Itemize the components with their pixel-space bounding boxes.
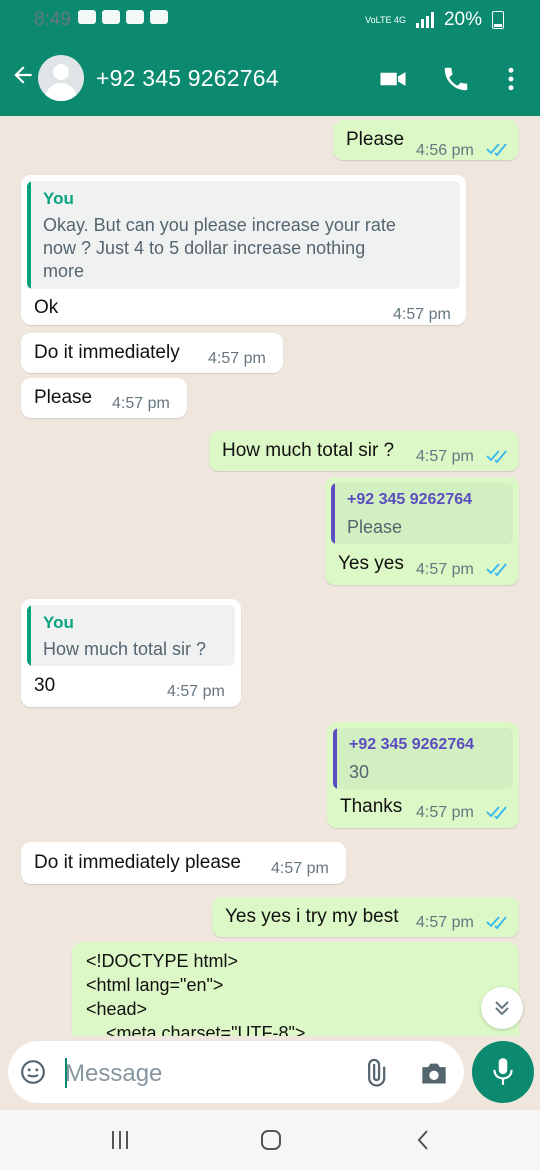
message-text: Yes yes xyxy=(338,553,404,574)
quoted-message[interactable]: +92 345 9262764 Please xyxy=(331,483,513,544)
quote-text: How much total sir ? xyxy=(43,639,207,659)
video-notification-icon xyxy=(78,10,96,24)
quoted-message[interactable]: +92 345 9262764 30 xyxy=(333,728,513,789)
read-ticks-icon xyxy=(486,806,507,819)
video-notification-icon xyxy=(126,10,144,24)
message-bubble[interactable]: Yes yes i try my best 4:57 pm xyxy=(212,897,519,937)
message-bubble[interactable]: You How much total sir ? 30 4:57 pm xyxy=(21,599,241,707)
mic-icon xyxy=(493,1058,513,1085)
read-ticks-icon xyxy=(486,916,507,929)
phone-icon[interactable] xyxy=(441,64,471,94)
message-bubble[interactable]: Do it immediately please 4:57 pm xyxy=(21,842,346,884)
message-text: Do it immediately please xyxy=(34,852,241,873)
quote-text: Okay. But can you please increase your r… xyxy=(43,215,396,235)
back-nav-icon[interactable] xyxy=(412,1128,436,1152)
attach-icon[interactable] xyxy=(360,1058,390,1088)
message-time: 4:57 pm xyxy=(416,448,474,465)
message-text: Thanks xyxy=(340,796,403,817)
app-notification-icon xyxy=(150,10,168,24)
message-text: 30 xyxy=(34,675,56,696)
notification-icons xyxy=(78,10,168,24)
message-time: 4:57 pm xyxy=(271,860,329,877)
network-indicator: VoLTE 4G xyxy=(365,14,406,25)
message-time: 4:57 pm xyxy=(208,350,266,367)
message-time: 4:57 pm xyxy=(416,914,474,931)
message-bubble[interactable]: +92 345 9262764 30 Thanks 4:57 pm xyxy=(327,722,519,828)
quoted-message[interactable]: You Okay. But can you please increase yo… xyxy=(27,181,460,289)
recent-apps-icon[interactable] xyxy=(108,1128,132,1152)
read-ticks-icon xyxy=(486,563,507,576)
code-line: <meta charset="UTF-8"> xyxy=(86,1023,306,1036)
message-text: Please xyxy=(34,387,93,408)
code-line: <html lang="en"> xyxy=(86,975,224,995)
message-input-box[interactable]: Message xyxy=(8,1041,464,1103)
back-arrow-icon[interactable] xyxy=(10,62,36,88)
message-bubble[interactable]: Please 4:57 pm xyxy=(21,378,187,418)
message-composer: Message xyxy=(0,1036,540,1110)
signal-icon xyxy=(415,12,434,28)
read-ticks-icon xyxy=(486,450,507,463)
message-time: 4:57 pm xyxy=(393,306,451,323)
message-text: Do it immediately xyxy=(34,342,180,363)
message-text: How much total sir ? xyxy=(222,440,395,461)
message-bubble[interactable]: Do it immediately 4:57 pm xyxy=(21,333,283,373)
battery-percent: 20% xyxy=(443,9,482,30)
video-call-icon[interactable] xyxy=(378,64,408,94)
quote-text: more xyxy=(43,261,85,281)
scroll-down-icon xyxy=(495,1001,509,1016)
status-time: 8:49 xyxy=(34,9,71,30)
message-time: 4:57 pm xyxy=(167,683,225,700)
camera-icon[interactable] xyxy=(420,1060,448,1086)
message-time: 4:57 pm xyxy=(112,395,170,412)
scroll-down-button[interactable] xyxy=(481,987,523,1029)
battery-icon xyxy=(492,11,504,29)
mic-button[interactable] xyxy=(472,1041,534,1103)
message-bubble[interactable]: +92 345 9262764 Please Yes yes 4:57 pm xyxy=(325,477,519,585)
read-ticks-icon xyxy=(486,143,507,156)
quoted-message[interactable]: You How much total sir ? xyxy=(27,605,235,666)
chat-header: +92 345 9262764 xyxy=(0,40,540,116)
code-line: <head> xyxy=(86,999,148,1019)
message-input[interactable]: Message xyxy=(65,1060,162,1088)
quote-author: +92 345 9262764 xyxy=(347,491,473,508)
message-time: 4:57 pm xyxy=(416,804,474,821)
message-text: Please xyxy=(346,129,405,150)
system-nav-bar xyxy=(0,1110,540,1170)
code-message-bubble[interactable]: <!DOCTYPE html> <html lang="en"> <head> … xyxy=(72,942,519,1036)
emoji-icon[interactable] xyxy=(20,1059,46,1085)
quote-author: You xyxy=(43,613,74,632)
message-bubble[interactable]: Please 4:56 pm xyxy=(333,120,519,160)
chat-area[interactable]: Please 4:56 pm You Okay. But can you ple… xyxy=(0,116,540,1036)
more-menu-icon[interactable] xyxy=(496,64,526,94)
status-bar: 8:49 VoLTE 4G 20% xyxy=(0,0,540,40)
avatar[interactable] xyxy=(38,55,84,101)
message-bubble[interactable]: You Okay. But can you please increase yo… xyxy=(21,175,466,325)
home-icon[interactable] xyxy=(259,1128,283,1152)
quote-text: now ? Just 4 to 5 dollar increase nothin… xyxy=(43,238,366,258)
message-bubble[interactable]: How much total sir ? 4:57 pm xyxy=(209,431,519,471)
code-line: <!DOCTYPE html> xyxy=(86,951,239,971)
message-text: Ok xyxy=(34,297,59,318)
app-notification-icon xyxy=(102,10,120,24)
message-time: 4:57 pm xyxy=(416,561,474,578)
message-time: 4:56 pm xyxy=(416,142,474,159)
quote-author: You xyxy=(43,189,74,208)
quote-author: +92 345 9262764 xyxy=(349,736,475,753)
quote-text: Please xyxy=(347,517,403,537)
message-text: Yes yes i try my best xyxy=(225,906,399,927)
quote-text: 30 xyxy=(349,762,370,782)
contact-name[interactable]: +92 345 9262764 xyxy=(96,65,279,92)
